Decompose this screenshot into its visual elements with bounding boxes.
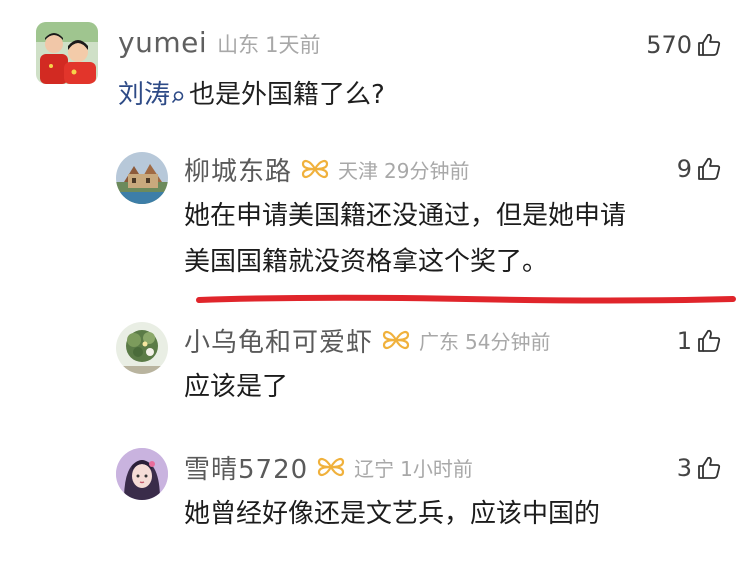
reply-body: 应该是了 (184, 367, 288, 407)
like-count: 9 (676, 155, 692, 183)
avatar[interactable] (116, 448, 168, 500)
thumbs-up-icon (696, 32, 722, 58)
reply-line: 她曾经好像还是文艺兵，应该中国的 (184, 499, 601, 529)
comment-meta: 山东 1天前 (217, 29, 320, 59)
red-underline (196, 294, 736, 304)
reply-meta: 广东 54分钟前 (419, 326, 550, 355)
reply-line: 应该是了 (184, 372, 289, 402)
reply-header: 柳城东路 天津 29分钟前 (184, 151, 469, 188)
location: 广东 (419, 329, 460, 354)
thumbs-up-icon (696, 156, 722, 182)
timestamp: 1天前 (265, 33, 321, 57)
avatar[interactable] (116, 322, 168, 374)
vip-butterfly-icon (300, 158, 330, 180)
thumbs-up-icon (696, 328, 722, 354)
reply-header: 小乌龟和可爱虾 广东 54分钟前 (184, 322, 550, 359)
comment-header: yumei 山东 1天前 (118, 26, 320, 62)
username[interactable]: yumei (118, 26, 207, 59)
comment-body: 也是外国籍了么? (189, 80, 385, 110)
like-button[interactable]: 570 (646, 28, 722, 62)
username[interactable]: 雪晴5720 (184, 449, 308, 486)
like-count: 570 (646, 31, 692, 59)
like-count: 3 (676, 454, 692, 482)
reply-meta: 天津 29分钟前 (338, 155, 469, 184)
timestamp: 1小时前 (400, 456, 473, 481)
avatar[interactable] (116, 152, 168, 204)
search-icon (171, 81, 185, 103)
avatar[interactable] (36, 22, 98, 84)
location: 辽宁 (354, 456, 395, 481)
reply-body: 她在申请美国籍还没通过，但是她申请 美国国籍就没资格拿这个奖了。 (184, 196, 626, 282)
reply-line: 她在申请美国籍还没通过，但是她申请 (184, 201, 627, 231)
location: 天津 (338, 158, 379, 183)
like-button[interactable]: 1 (677, 324, 722, 358)
location: 山东 (217, 33, 260, 57)
vip-butterfly-icon (316, 456, 346, 478)
like-button[interactable]: 9 (677, 152, 722, 186)
comment-text: 刘涛 也是外国籍了么? (118, 74, 385, 111)
vip-butterfly-icon (381, 329, 411, 351)
thumbs-up-icon (696, 455, 722, 481)
mention-link[interactable]: 刘涛 (118, 74, 170, 111)
username[interactable]: 柳城东路 (184, 151, 292, 188)
timestamp: 29分钟前 (384, 158, 470, 183)
comment-thread: yumei 山东 1天前 570 刘涛 也是外国籍了么? 柳城东路 天津 29分… (0, 0, 750, 562)
timestamp: 54分钟前 (465, 329, 551, 354)
reply-body: 她曾经好像还是文艺兵，应该中国的 (184, 494, 600, 534)
like-count: 1 (676, 327, 692, 355)
like-button[interactable]: 3 (677, 451, 722, 485)
reply-header: 雪晴5720 辽宁 1小时前 (184, 449, 473, 486)
username[interactable]: 小乌龟和可爱虾 (184, 322, 373, 359)
reply-line: 美国国籍就没资格拿这个奖了。 (184, 247, 549, 277)
reply-meta: 辽宁 1小时前 (354, 453, 473, 482)
